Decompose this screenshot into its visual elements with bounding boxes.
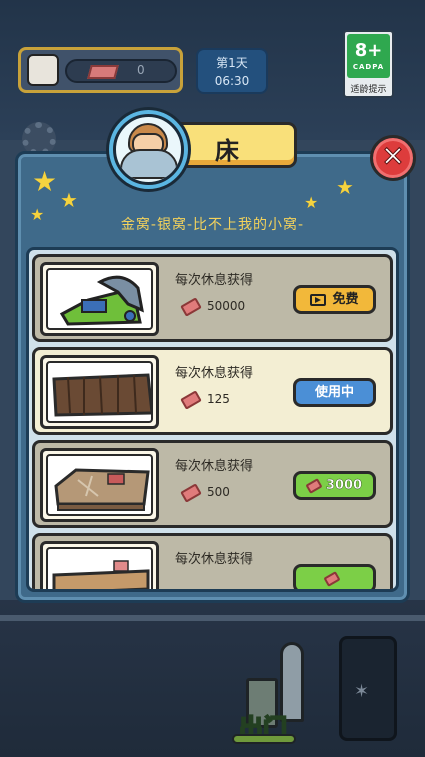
star-icon: ★ — [304, 193, 319, 212]
cash-icon — [180, 483, 202, 503]
item-label: 每次休息获得 — [175, 366, 254, 381]
bed-item-mattress: 每次休息获得 500 3000 — [32, 440, 393, 528]
age-rating-badge[interactable]: 8+ CADPA 适龄提示 — [343, 30, 394, 98]
in-use-button[interactable]: 使用中 — [293, 378, 376, 407]
cash-value: 0 — [137, 63, 145, 77]
close-icon: ✕ — [381, 140, 405, 174]
cash-icon — [180, 390, 202, 410]
video-icon — [310, 293, 327, 306]
day-label: 第1天 — [216, 56, 248, 70]
item-reward: 500 — [207, 485, 230, 499]
phone-crack-icon: ✶ — [354, 681, 370, 702]
cash-bar: 0 — [65, 59, 177, 83]
bed-item-wooden: 每次休息获得 — [32, 533, 393, 589]
cash-icon — [323, 570, 341, 587]
bed-shop-dialog: ★ ★ ★ ★ ★ 金窝-银窝-比不上我的小窝- 每次休息获得 50000 免费… — [15, 151, 410, 603]
item-label: 每次休息获得 — [175, 552, 254, 567]
gaming-bed-image — [59, 275, 144, 326]
sleeping-character-avatar — [113, 114, 184, 185]
bed-item-gaming: 每次休息获得 50000 免费 — [32, 254, 393, 342]
bed-thumbnail — [40, 541, 159, 589]
player-panel[interactable]: 0 — [18, 47, 183, 93]
cash-icon — [180, 297, 202, 317]
dialog-title: 床 — [215, 137, 239, 165]
star-icon: ★ — [336, 175, 354, 199]
buy-button-price: 3000 — [325, 478, 363, 493]
buy-button[interactable]: 3000 — [293, 471, 376, 500]
scene-floor-line — [0, 615, 425, 621]
item-reward: 125 — [207, 392, 230, 406]
cash-icon — [87, 65, 119, 79]
player-avatar[interactable] — [27, 54, 59, 86]
dialog-title-tab: 床 — [172, 122, 297, 168]
item-label: 每次休息获得 — [175, 459, 254, 474]
star-icon: ★ — [32, 165, 58, 198]
buy-button[interactable] — [293, 564, 376, 589]
dialog-subtitle: 金窝-银窝-比不上我的小窝- — [120, 217, 305, 233]
age-rating-org: CADPA — [352, 63, 385, 71]
age-rating-label: 适龄提示 — [350, 85, 387, 95]
close-button[interactable]: ✕ — [370, 135, 416, 181]
bed-item-planks: 每次休息获得 125 使用中 — [32, 347, 393, 435]
bed-thumbnail — [40, 262, 159, 336]
avatar-blanket — [120, 149, 178, 179]
bed-thumbnail — [40, 355, 159, 429]
free-button-label: 免费 — [332, 292, 359, 307]
free-button[interactable]: 免费 — [293, 285, 376, 314]
star-icon: ★ — [60, 188, 78, 212]
exit-base — [232, 734, 296, 744]
phone-button[interactable]: ✶ — [339, 636, 397, 741]
mattress-bed-image — [54, 468, 150, 511]
bed-thumbnail — [40, 448, 159, 522]
day-panel: 第1天 06:30 — [196, 48, 268, 94]
plank-bed-image — [52, 373, 151, 417]
bed-list-scroll[interactable]: 每次休息获得 50000 免费 每次休息获得 125 使用中 每次休息获得 50… — [29, 250, 396, 589]
bed-list[interactable]: 每次休息获得 50000 免费 每次休息获得 125 使用中 每次休息获得 50… — [26, 247, 399, 592]
item-label: 每次休息获得 — [175, 273, 254, 288]
wooden-bed-image — [52, 560, 150, 589]
time-label: 06:30 — [214, 74, 250, 88]
age-rating-value: 8+ — [354, 40, 383, 61]
item-reward: 50000 — [207, 299, 246, 313]
age-rating-logo: 8+ CADPA — [347, 34, 390, 78]
exit-button[interactable]: 出门 — [228, 642, 308, 747]
cash-icon — [305, 477, 323, 494]
